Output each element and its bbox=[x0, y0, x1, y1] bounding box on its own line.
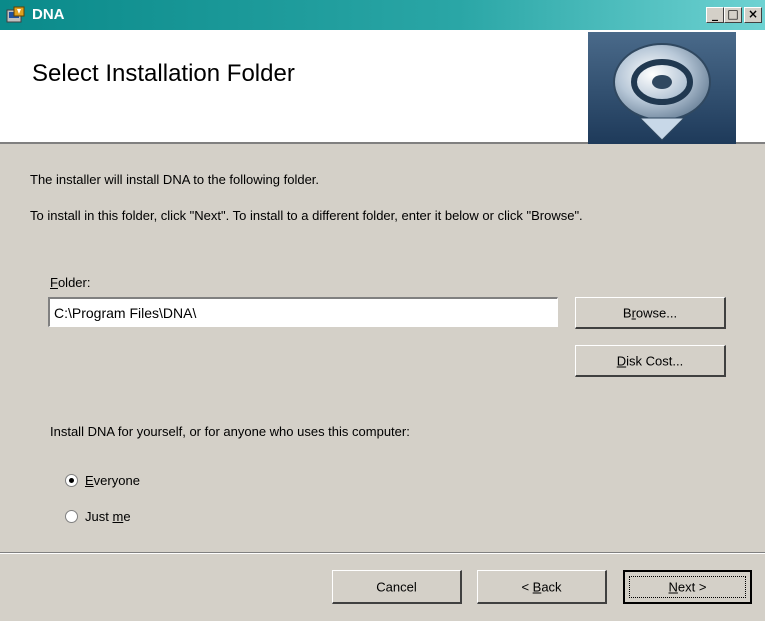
footer-separator bbox=[0, 552, 765, 554]
install-instructions-text: To install in this folder, click "Next".… bbox=[30, 208, 583, 223]
next-button[interactable]: Next > bbox=[623, 570, 752, 604]
just-me-radio-label[interactable]: Just me bbox=[85, 509, 131, 524]
minimize-icon: _ bbox=[712, 7, 718, 21]
radio-selected-indicator bbox=[69, 478, 74, 483]
install-for-prompt: Install DNA for yourself, or for anyone … bbox=[50, 424, 410, 439]
title-bar[interactable]: DNA _ □ × bbox=[0, 0, 765, 30]
header-banner: Select Installation Folder bbox=[0, 30, 765, 144]
cancel-button[interactable]: Cancel bbox=[332, 570, 462, 604]
close-button[interactable]: × bbox=[744, 7, 762, 23]
folder-path-input[interactable] bbox=[48, 297, 558, 327]
everyone-radio-label[interactable]: Everyone bbox=[85, 473, 140, 488]
installer-window: DNA _ □ × Select Installation Folder The… bbox=[0, 0, 765, 621]
install-disc-logo-icon bbox=[588, 32, 736, 144]
maximize-button[interactable]: □ bbox=[724, 7, 742, 23]
close-icon: × bbox=[747, 7, 759, 21]
browse-button[interactable]: Browse... bbox=[575, 297, 726, 329]
window-title: DNA bbox=[32, 6, 65, 23]
install-location-text: The installer will install DNA to the fo… bbox=[30, 172, 320, 187]
just-me-radio[interactable] bbox=[65, 510, 78, 523]
disk-cost-button[interactable]: Disk Cost... bbox=[575, 345, 726, 377]
maximize-icon: □ bbox=[727, 7, 739, 21]
folder-label: Folder: bbox=[50, 275, 91, 290]
page-title: Select Installation Folder bbox=[32, 60, 295, 87]
installer-icon bbox=[6, 6, 25, 23]
back-button[interactable]: < Back bbox=[477, 570, 607, 604]
minimize-button[interactable]: _ bbox=[706, 7, 724, 23]
everyone-radio[interactable] bbox=[65, 474, 78, 487]
